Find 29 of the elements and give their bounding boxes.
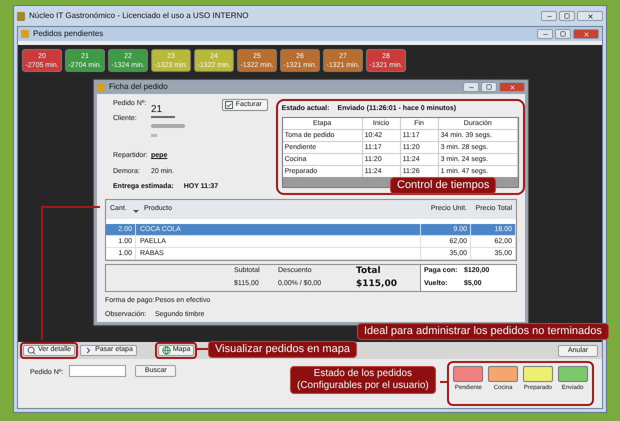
order-number-field[interactable] xyxy=(69,365,126,377)
maximize-icon xyxy=(564,13,570,19)
window-title: Pedidos pendientes xyxy=(33,28,104,40)
maximize-button[interactable] xyxy=(481,82,497,92)
total-label: Total xyxy=(356,264,382,278)
total-value: $115,00 xyxy=(356,278,398,291)
app-icon xyxy=(17,12,25,20)
blurred-text-placeholder xyxy=(151,124,185,128)
callout-label: Visualizar pedidos en mapa xyxy=(208,341,357,358)
maximize-icon xyxy=(486,84,492,90)
blurred-text-placeholder xyxy=(151,134,157,137)
search-icon xyxy=(27,346,36,355)
window-icon xyxy=(97,83,105,91)
callout-label: Estado de los pedidos (Configurables por el usuario) xyxy=(290,366,436,394)
window-title: Núcleo IT Gastronómico - Licenciado el uso a USO INTERNO xyxy=(29,10,248,22)
globe-icon xyxy=(162,346,171,355)
sort-arrow-icon[interactable] xyxy=(132,210,139,213)
window-icon xyxy=(21,30,29,38)
maximize-icon xyxy=(560,31,566,37)
close-icon xyxy=(586,12,594,20)
close-icon xyxy=(582,30,590,38)
checkbox[interactable] xyxy=(224,101,233,109)
order-number: 21 xyxy=(151,103,162,117)
dialog-title: Ficha del pedido xyxy=(109,81,168,93)
maximize-button[interactable] xyxy=(555,29,571,39)
close-icon xyxy=(508,84,516,90)
maximize-button[interactable] xyxy=(559,11,575,21)
callout-label: Ideal para administrar los pedidos no terminados xyxy=(357,323,609,340)
callout-label: Control de tiempos xyxy=(390,177,496,194)
